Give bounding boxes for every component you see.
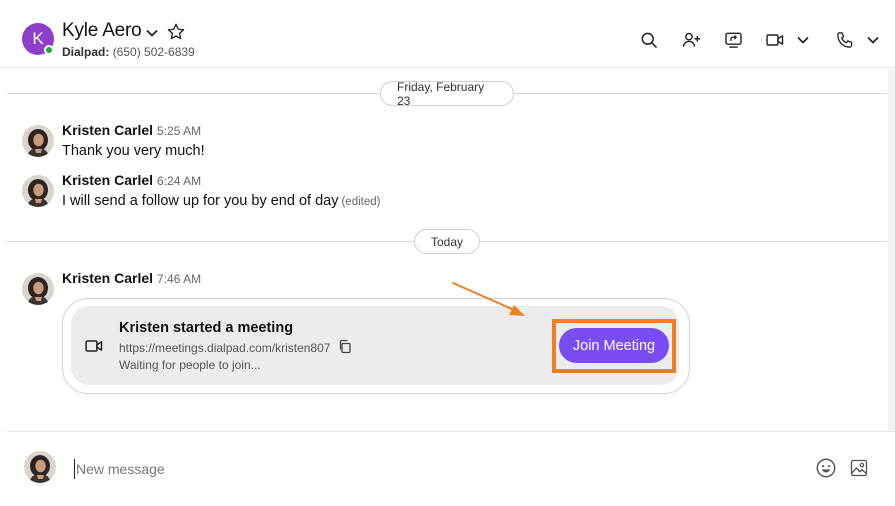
chevron-down-icon[interactable]	[146, 25, 158, 43]
avatar[interactable]	[22, 273, 54, 305]
emoji-icon[interactable]	[815, 457, 837, 484]
new-message-input[interactable]	[76, 456, 776, 482]
message-text: I will send a follow up for you by end o…	[62, 193, 380, 209]
message-body: I will send a follow up for you by end o…	[62, 193, 339, 209]
video-options-chevron-icon[interactable]	[791, 28, 815, 52]
presence-indicator	[44, 45, 54, 55]
avatar[interactable]	[24, 451, 56, 483]
sender-name[interactable]: Kristen Carlel	[62, 172, 153, 188]
copy-icon[interactable]	[338, 339, 352, 359]
share-screen-icon[interactable]	[721, 28, 745, 52]
meeting-link[interactable]: https://meetings.dialpad.com/kristen807	[119, 341, 330, 355]
video-icon[interactable]	[763, 28, 787, 52]
contact-name[interactable]: Kyle Aero	[62, 20, 142, 42]
message-sender[interactable]: Kristen Carlel 5:25 AM	[62, 122, 201, 138]
video-camera-icon	[83, 336, 105, 361]
call-options-chevron-icon[interactable]	[861, 28, 885, 52]
meeting-status: Waiting for people to join...	[119, 358, 261, 372]
conversation-header: K Kyle Aero Dialpad: (650) 502-6839	[0, 0, 895, 68]
search-icon[interactable]	[637, 28, 661, 52]
phone-icon[interactable]	[833, 28, 857, 52]
add-person-icon[interactable]	[679, 28, 703, 52]
avatar[interactable]	[22, 125, 54, 157]
phone-number: (650) 502-6839	[112, 45, 195, 59]
sender-name[interactable]: Kristen Carlel	[62, 122, 153, 138]
sender-name[interactable]: Kristen Carlel	[62, 270, 153, 286]
join-meeting-button[interactable]: Join Meeting	[559, 328, 669, 363]
star-icon[interactable]	[166, 22, 186, 47]
message-time: 7:46 AM	[157, 272, 202, 286]
avatar[interactable]	[22, 175, 54, 207]
text-caret	[74, 459, 75, 479]
image-icon[interactable]	[849, 458, 869, 483]
edited-label: (edited)	[341, 196, 381, 208]
message-time: 6:24 AM	[157, 174, 202, 188]
line-label: Dialpad:	[62, 45, 110, 59]
message-text: Thank you very much!	[62, 143, 205, 159]
scrollbar[interactable]	[888, 69, 895, 431]
contact-phone-line: Dialpad: (650) 502-6839	[62, 45, 195, 59]
meeting-title: Kristen started a meeting	[119, 320, 294, 336]
message-sender[interactable]: Kristen Carlel 6:24 AM	[62, 172, 201, 188]
message-sender[interactable]: Kristen Carlel 7:46 AM	[62, 270, 201, 286]
date-divider-label: Today	[414, 229, 480, 254]
message-time: 5:25 AM	[157, 124, 202, 138]
annotation-arrow	[448, 280, 530, 327]
date-divider-label: Friday, February 23	[380, 80, 514, 108]
